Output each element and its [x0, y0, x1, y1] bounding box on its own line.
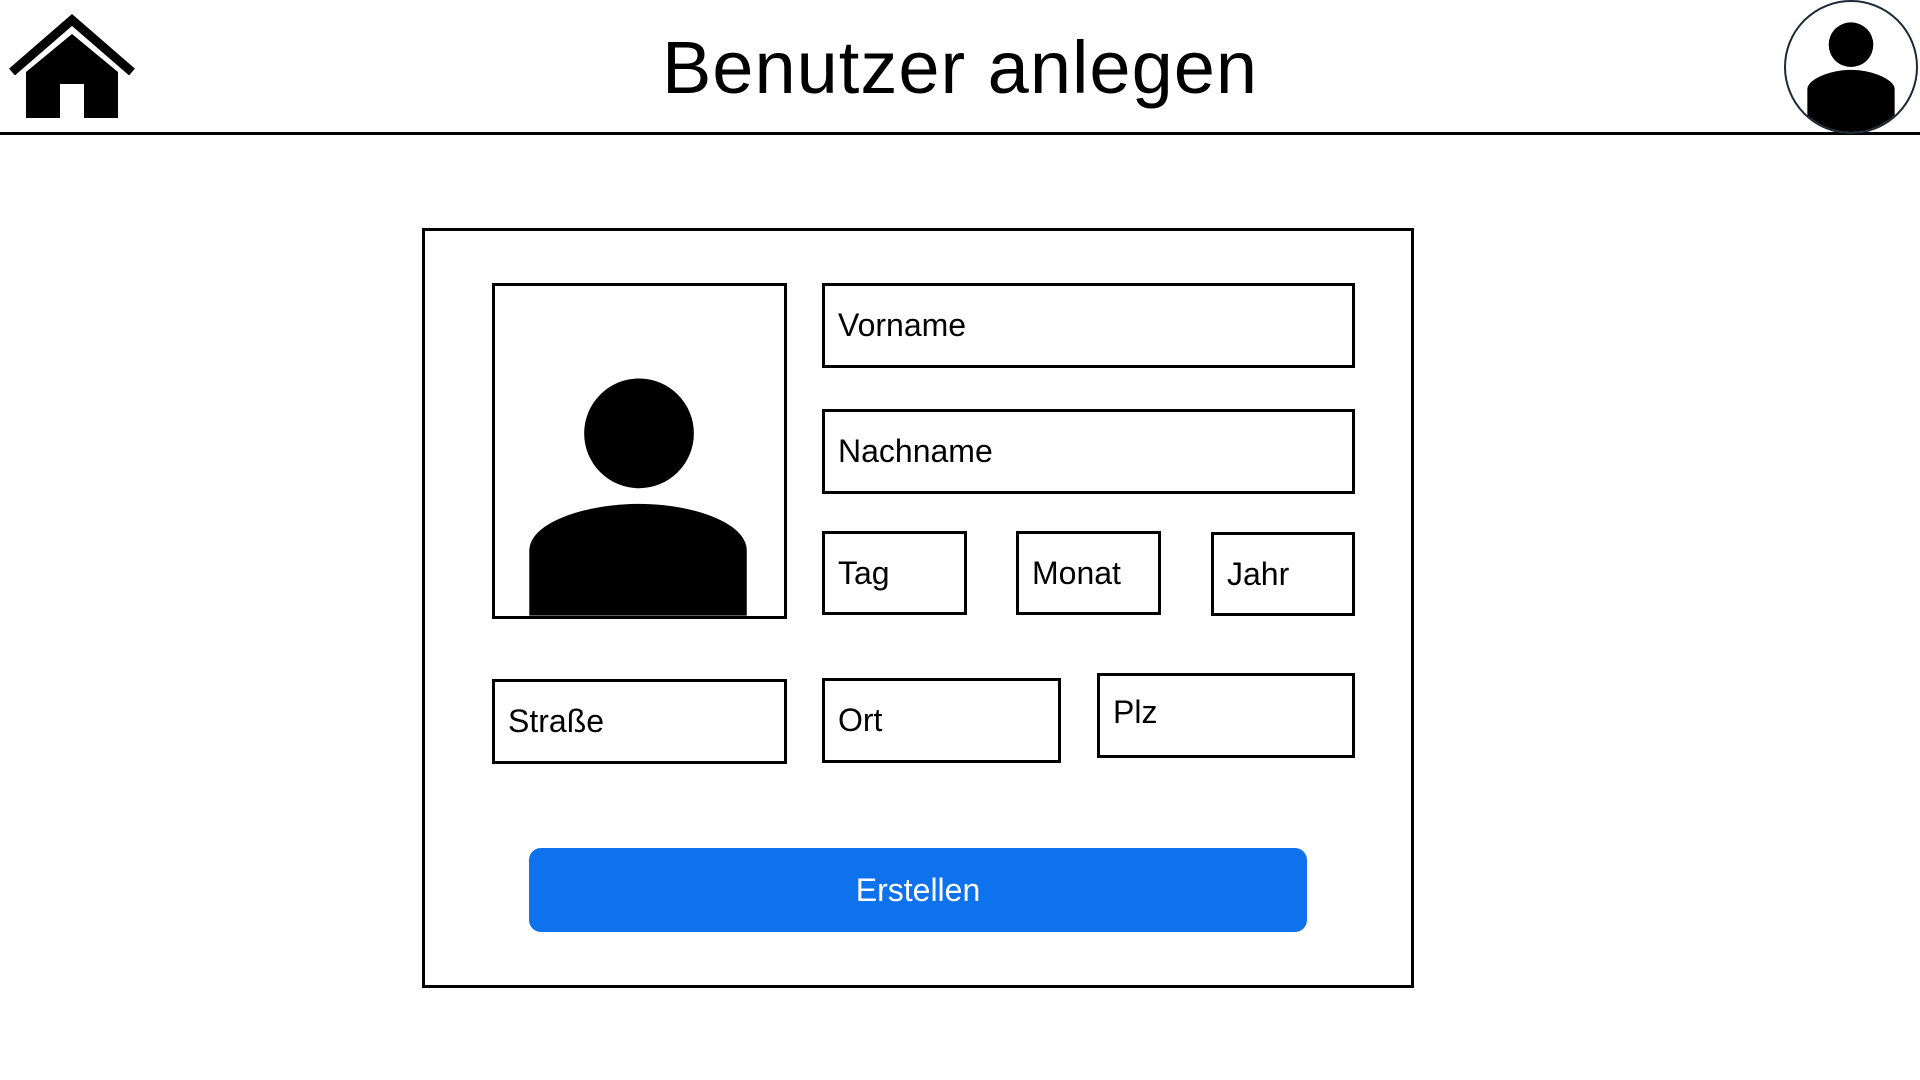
birth-year-field[interactable] [1211, 532, 1355, 616]
page-title: Benutzer anlegen [661, 26, 1259, 109]
last-name-input[interactable] [838, 433, 1352, 470]
first-name-field[interactable] [822, 283, 1355, 368]
postal-code-input[interactable] [1113, 694, 1352, 731]
city-input[interactable] [838, 702, 1058, 739]
top-bar: Benutzer anlegen [0, 0, 1920, 135]
street-input[interactable] [508, 703, 784, 740]
postal-code-field[interactable] [1097, 673, 1355, 758]
profile-photo-upload[interactable] [492, 283, 787, 619]
last-name-field[interactable] [822, 409, 1355, 494]
birth-day-input[interactable] [838, 554, 964, 592]
city-field[interactable] [822, 678, 1061, 763]
birth-month-field[interactable] [1016, 531, 1161, 615]
create-button[interactable]: Erstellen [529, 848, 1307, 932]
create-user-page: Benutzer anlegen Ers [0, 0, 1920, 1080]
street-field[interactable] [492, 679, 787, 764]
first-name-input[interactable] [838, 307, 1352, 344]
birth-year-input[interactable] [1227, 555, 1352, 593]
user-silhouette-icon [529, 378, 747, 616]
birth-month-input[interactable] [1032, 554, 1158, 592]
user-avatar-icon [1807, 22, 1895, 132]
birth-day-field[interactable] [822, 531, 967, 615]
profile-avatar-button[interactable] [1784, 0, 1918, 134]
